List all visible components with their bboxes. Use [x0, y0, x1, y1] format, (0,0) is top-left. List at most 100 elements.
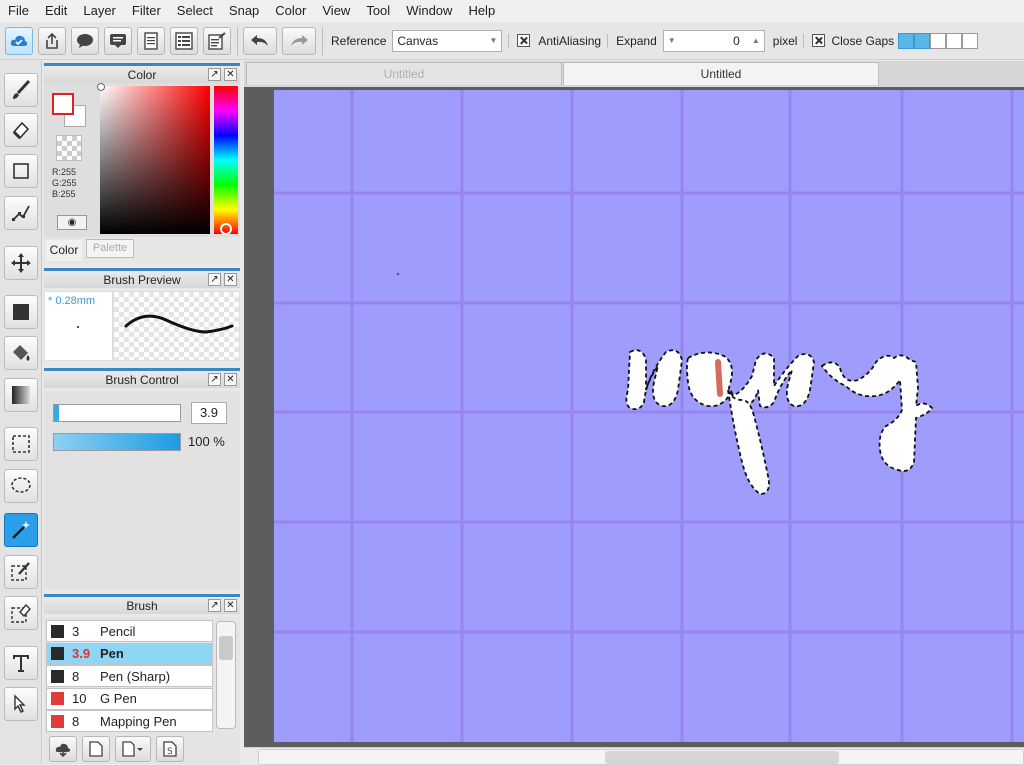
brush-list-item[interactable]: 8 Pen (Sharp): [46, 665, 213, 688]
list-icon: [175, 31, 193, 50]
bucket-tool[interactable]: [4, 336, 38, 370]
svg-text:S: S: [167, 747, 173, 757]
gap-level-3[interactable]: [930, 32, 947, 49]
download-brush-button[interactable]: [49, 736, 77, 762]
brush-list-item[interactable]: 3.9 Pen: [46, 642, 213, 665]
menu-tool[interactable]: Tool: [358, 0, 398, 22]
reference-select[interactable]: Canvas ▼: [392, 29, 503, 52]
canvas-horizontal-scrollbar[interactable]: [244, 747, 1024, 765]
save-brush-button[interactable]: S: [156, 736, 184, 762]
brush-preview-header[interactable]: Brush Preview ↗ ✕: [44, 268, 240, 288]
hue-handle[interactable]: [220, 223, 232, 235]
menu-snap[interactable]: Snap: [221, 0, 267, 22]
move-tool[interactable]: [4, 246, 38, 280]
cloud-sync-button[interactable]: [5, 26, 33, 55]
close-icon[interactable]: ✕: [224, 68, 237, 81]
tab-document-1[interactable]: Untitled: [246, 62, 562, 85]
transparent-color-swatch[interactable]: [56, 135, 82, 161]
magic-wand-tool[interactable]: [4, 513, 38, 547]
tab-palette[interactable]: Palette: [86, 239, 134, 258]
shape-tool[interactable]: [4, 154, 38, 188]
close-icon[interactable]: ✕: [224, 373, 237, 386]
foreground-color-swatch-top[interactable]: [52, 93, 74, 115]
picker-handle[interactable]: [97, 83, 105, 91]
brush-control-header[interactable]: Brush Control ↗ ✕: [44, 368, 240, 388]
checklist-button[interactable]: [203, 26, 231, 55]
gradient-tool[interactable]: [4, 378, 38, 412]
brush-size-value[interactable]: 3.9: [191, 402, 227, 424]
antialiasing-checkbox[interactable]: [517, 34, 531, 47]
brush-size-fill: [54, 405, 59, 421]
line-tool[interactable]: [4, 196, 38, 230]
select-eraser-tool[interactable]: [4, 596, 38, 630]
menu-help[interactable]: Help: [460, 0, 503, 22]
close-icon[interactable]: ✕: [224, 273, 237, 286]
redo-button[interactable]: [282, 26, 316, 55]
popout-icon[interactable]: ↗: [208, 373, 221, 386]
close-gaps-checkbox[interactable]: [812, 34, 826, 47]
close-icon[interactable]: ✕: [224, 599, 237, 612]
brush-opacity-slider[interactable]: [53, 433, 181, 451]
tab-color[interactable]: Color: [46, 240, 82, 261]
menu-select[interactable]: Select: [169, 0, 221, 22]
lasso-select-tool[interactable]: [4, 469, 38, 503]
brush-menu-button[interactable]: [115, 736, 151, 762]
operation-tool[interactable]: [4, 687, 38, 721]
message-icon: [110, 33, 126, 48]
comment-button[interactable]: [71, 26, 99, 55]
brush-list-item[interactable]: 3 Pencil: [46, 620, 213, 642]
brush-list-item[interactable]: 8 Mapping Pen: [46, 710, 213, 733]
select-pen-tool[interactable]: [4, 555, 38, 589]
menu-file[interactable]: File: [0, 0, 37, 22]
undo-button[interactable]: [243, 26, 277, 55]
popout-icon[interactable]: ↗: [208, 599, 221, 612]
menu-window[interactable]: Window: [398, 0, 460, 22]
color-panel-header[interactable]: Color ↗ ✕: [44, 63, 240, 83]
brush-opacity-fill: [54, 434, 180, 450]
brush-panel-header[interactable]: Brush ↗ ✕: [44, 594, 240, 614]
pointer-icon: [14, 694, 26, 713]
red-value: R:255: [52, 167, 77, 177]
brush-list-item[interactable]: 10 G Pen: [46, 687, 213, 710]
brush-tool[interactable]: [4, 73, 38, 107]
scrollbar-thumb[interactable]: [219, 636, 233, 660]
tab-document-2[interactable]: Untitled: [563, 62, 879, 85]
message-button[interactable]: [104, 26, 132, 55]
menu-edit[interactable]: Edit: [37, 0, 75, 22]
gap-level-1[interactable]: [898, 32, 915, 49]
fill-rect-tool[interactable]: [4, 295, 38, 329]
share-icon: [46, 32, 58, 49]
list-button[interactable]: [170, 26, 198, 55]
stepper-down-icon[interactable]: ▼: [668, 36, 676, 45]
expand-stepper[interactable]: ▼ 0 ▲: [662, 29, 765, 52]
brush-size-slider[interactable]: [53, 404, 181, 422]
hue-slider[interactable]: [214, 86, 238, 234]
menu-filter[interactable]: Filter: [124, 0, 169, 22]
document-button[interactable]: [137, 26, 165, 55]
brush-item-size: 3.9: [72, 646, 91, 662]
menu-view[interactable]: View: [314, 0, 358, 22]
close-gaps-label: Close Gaps: [831, 33, 895, 48]
scrollbar-thumb[interactable]: [605, 751, 839, 764]
eraser-tool[interactable]: [4, 113, 38, 147]
stepper-up-icon[interactable]: ▲: [752, 36, 760, 45]
text-tool[interactable]: [4, 646, 38, 680]
popout-icon[interactable]: ↗: [208, 273, 221, 286]
menu-layer[interactable]: Layer: [75, 0, 124, 22]
gap-level-5[interactable]: [962, 32, 979, 49]
eyedropper-button[interactable]: ◉: [57, 215, 87, 230]
drawing-canvas[interactable]: [274, 90, 1024, 742]
brush-preview-panel: * 0.28mm: [44, 291, 240, 361]
brush-list-scrollbar[interactable]: [216, 621, 236, 729]
scrollbar-track[interactable]: [258, 749, 1024, 765]
close-gaps-level[interactable]: [898, 32, 979, 49]
brush-list-panel: 3 Pencil 3.9 Pen 8 Pen (Sharp) 10 G Pen 8 Mapping…: [44, 617, 240, 764]
popout-icon[interactable]: ↗: [208, 68, 221, 81]
new-brush-button[interactable]: [82, 736, 110, 762]
menu-color[interactable]: Color: [267, 0, 314, 22]
rect-select-tool[interactable]: [4, 427, 38, 461]
gap-level-4[interactable]: [946, 32, 963, 49]
saturation-value-picker[interactable]: [100, 86, 210, 234]
gap-level-2[interactable]: [914, 32, 931, 49]
share-button[interactable]: [38, 26, 66, 55]
